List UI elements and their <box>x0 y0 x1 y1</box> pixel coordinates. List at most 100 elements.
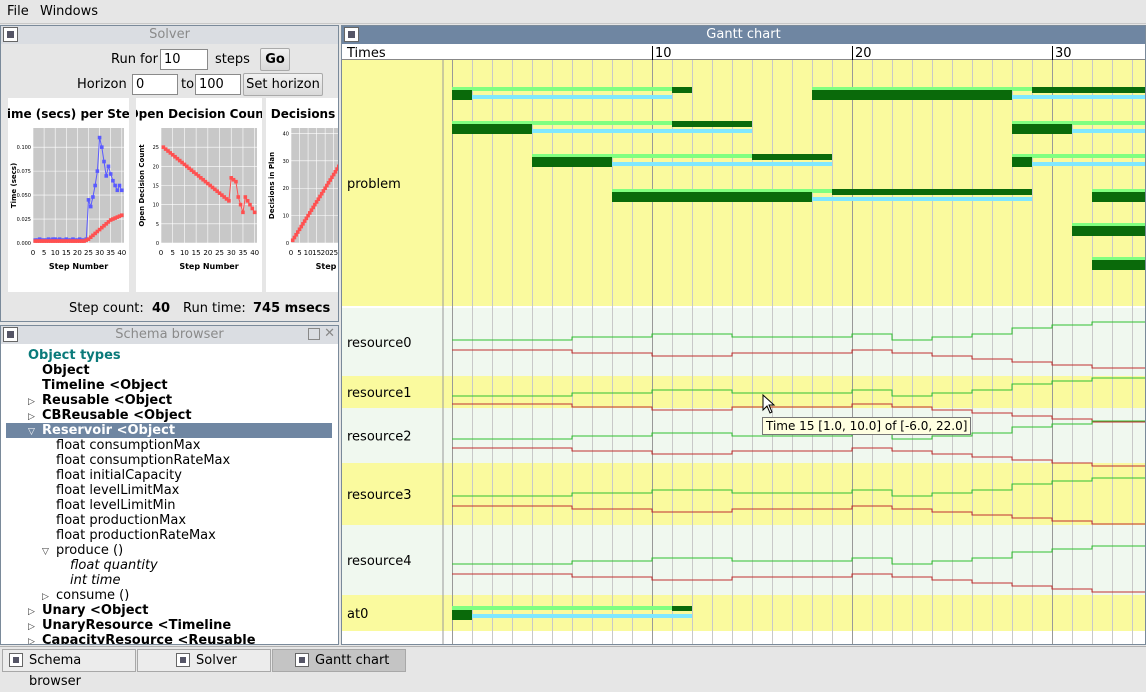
tree-item-label: float productionRateMax <box>56 528 216 543</box>
gantt-header <box>342 44 1146 60</box>
tree-item[interactable]: ▷CBReusable <Object <box>6 408 332 423</box>
gantt-tick-label: 30 <box>1055 46 1072 61</box>
run-for-input[interactable] <box>160 49 208 70</box>
window-tab-bar: Schema browser Solver Gantt chart <box>0 646 1146 672</box>
data-point <box>253 211 257 215</box>
open-decision-count-chart: Open Decision Count051015202530354005101… <box>136 98 262 292</box>
tree-item[interactable]: ▽Reservoir <Object <box>6 423 332 438</box>
x-tick-label: 35 <box>238 249 247 257</box>
expand-arrow-icon[interactable]: ▷ <box>28 635 35 644</box>
tree-item-label: float levelLimitMax <box>56 483 179 498</box>
tab-label: Gantt chart <box>315 650 389 671</box>
tree-item-label: float consumptionMax <box>56 438 200 453</box>
menu-windows[interactable]: Windows <box>40 4 98 19</box>
tab-solver[interactable]: Solver <box>137 649 271 672</box>
x-tick-label: 15 <box>192 249 201 257</box>
tree-item[interactable]: Timeline <Object <box>6 378 332 393</box>
tree-item[interactable]: ▷Unary <Object <box>6 603 332 618</box>
data-point <box>91 195 95 199</box>
time-per-step-chart: Time (secs) per Step05101520253035400.00… <box>8 98 129 292</box>
token-bar-dark <box>452 610 472 620</box>
tree-item[interactable]: float productionMax <box>6 513 332 528</box>
tree-item[interactable]: float levelLimitMax <box>6 483 332 498</box>
tree-item[interactable]: ▷UnaryResource <Timeline <box>6 618 332 633</box>
data-point <box>234 180 238 184</box>
x-tick-label: 15 <box>62 249 71 257</box>
y-tick-label: 5 <box>156 222 159 228</box>
token-bar-dark <box>452 90 472 100</box>
data-point <box>337 165 339 169</box>
data-point <box>87 198 91 202</box>
x-tick-label: 40 <box>117 249 126 257</box>
tree-item[interactable]: ▽Object types <box>6 348 332 363</box>
token-bar-dark <box>1092 260 1146 270</box>
window-icon[interactable] <box>344 27 359 42</box>
y-tick-label: 0.075 <box>17 169 31 175</box>
run-time-value: 745 msecs <box>253 301 330 316</box>
token-bar-dark <box>1092 192 1146 202</box>
menu-file[interactable]: File <box>7 4 29 19</box>
tab-schema-browser[interactable]: Schema browser <box>2 649 136 672</box>
tree-item[interactable]: float consumptionMax <box>6 438 332 453</box>
horizon-to-input[interactable] <box>195 74 241 95</box>
y-tick-label: 0.100 <box>17 145 31 151</box>
schema-tree: ▽Object typesObjectTimeline <Object▷Reus… <box>6 344 332 644</box>
tree-item[interactable]: float initialCapacity <box>6 468 332 483</box>
y-tick-label: 0 <box>156 241 159 247</box>
set-horizon-button[interactable]: Set horizon <box>243 73 323 96</box>
x-tick-label: 30 <box>227 249 236 257</box>
gantt-row-label: resource4 <box>347 554 412 569</box>
data-point <box>111 179 115 183</box>
tab-gantt-chart[interactable]: Gantt chart <box>272 649 406 672</box>
window-icon[interactable] <box>3 27 18 42</box>
go-button[interactable]: Go <box>260 48 290 71</box>
tree-item-label: produce () <box>56 543 123 558</box>
gantt-canvas[interactable]: problem resource0 resource1 resource2 resour… <box>342 44 1146 645</box>
maximize-icon[interactable] <box>308 328 320 340</box>
tree-item[interactable]: float productionRateMax <box>6 528 332 543</box>
window-icon <box>176 653 190 667</box>
y-tick-label: 25 <box>153 145 159 151</box>
tree-item[interactable]: ▽produce () <box>6 543 332 558</box>
data-point <box>243 195 247 199</box>
tab-label: Schema browser <box>29 653 81 689</box>
tree-item[interactable]: Object <box>6 363 332 378</box>
gantt-row-label: resource0 <box>347 336 412 351</box>
close-icon[interactable]: ✕ <box>324 327 335 341</box>
tree-item[interactable]: int time <box>6 573 332 588</box>
data-point <box>107 165 111 169</box>
gantt-titlebar[interactable]: Gantt chart <box>342 26 1145 44</box>
y-tick-label: 0.050 <box>17 193 31 199</box>
tree-item-label: Object types <box>28 348 121 363</box>
plot-area <box>33 128 124 243</box>
y-axis-label: Time (secs) <box>10 163 18 208</box>
tree-item[interactable]: float quantity <box>6 558 332 573</box>
tree-item-label: float quantity <box>70 558 158 573</box>
tree-item[interactable]: ▷Reusable <Object <box>6 393 332 408</box>
tree-item[interactable]: float levelLimitMin <box>6 498 332 513</box>
token-bar-dark <box>832 189 1032 195</box>
data-point <box>98 136 102 140</box>
gantt-row-band <box>342 308 1146 376</box>
schema-titlebar[interactable]: Schema browser ✕ <box>1 326 338 344</box>
schema-title: Schema browser <box>115 327 223 342</box>
solver-titlebar[interactable]: Solver <box>1 26 338 44</box>
data-point <box>118 184 122 188</box>
horizon-from-input[interactable] <box>132 74 178 95</box>
token-bar <box>452 95 672 99</box>
tree-item-label: float consumptionRateMax <box>56 453 230 468</box>
tree-item-label: Unary <Object <box>42 603 148 618</box>
tree-item[interactable]: ▷ CapacityResource <Reusable <box>6 633 332 644</box>
tree-item[interactable]: ▷consume () <box>6 588 332 603</box>
token-bar <box>1012 95 1146 99</box>
y-tick-label: 10 <box>153 203 159 209</box>
tree-item-label: Timeline <Object <box>42 378 168 393</box>
gantt-row-label: resource1 <box>347 386 412 401</box>
tree-item[interactable]: float consumptionRateMax <box>6 453 332 468</box>
tree-item-label: CapacityResource <Reusable <box>42 633 256 644</box>
gantt-row-label: resource2 <box>347 430 412 445</box>
window-icon[interactable] <box>3 327 18 342</box>
gantt-row-label: problem <box>347 177 401 192</box>
y-tick-label: 0.000 <box>17 241 31 247</box>
token-bar-dark <box>1032 87 1146 93</box>
